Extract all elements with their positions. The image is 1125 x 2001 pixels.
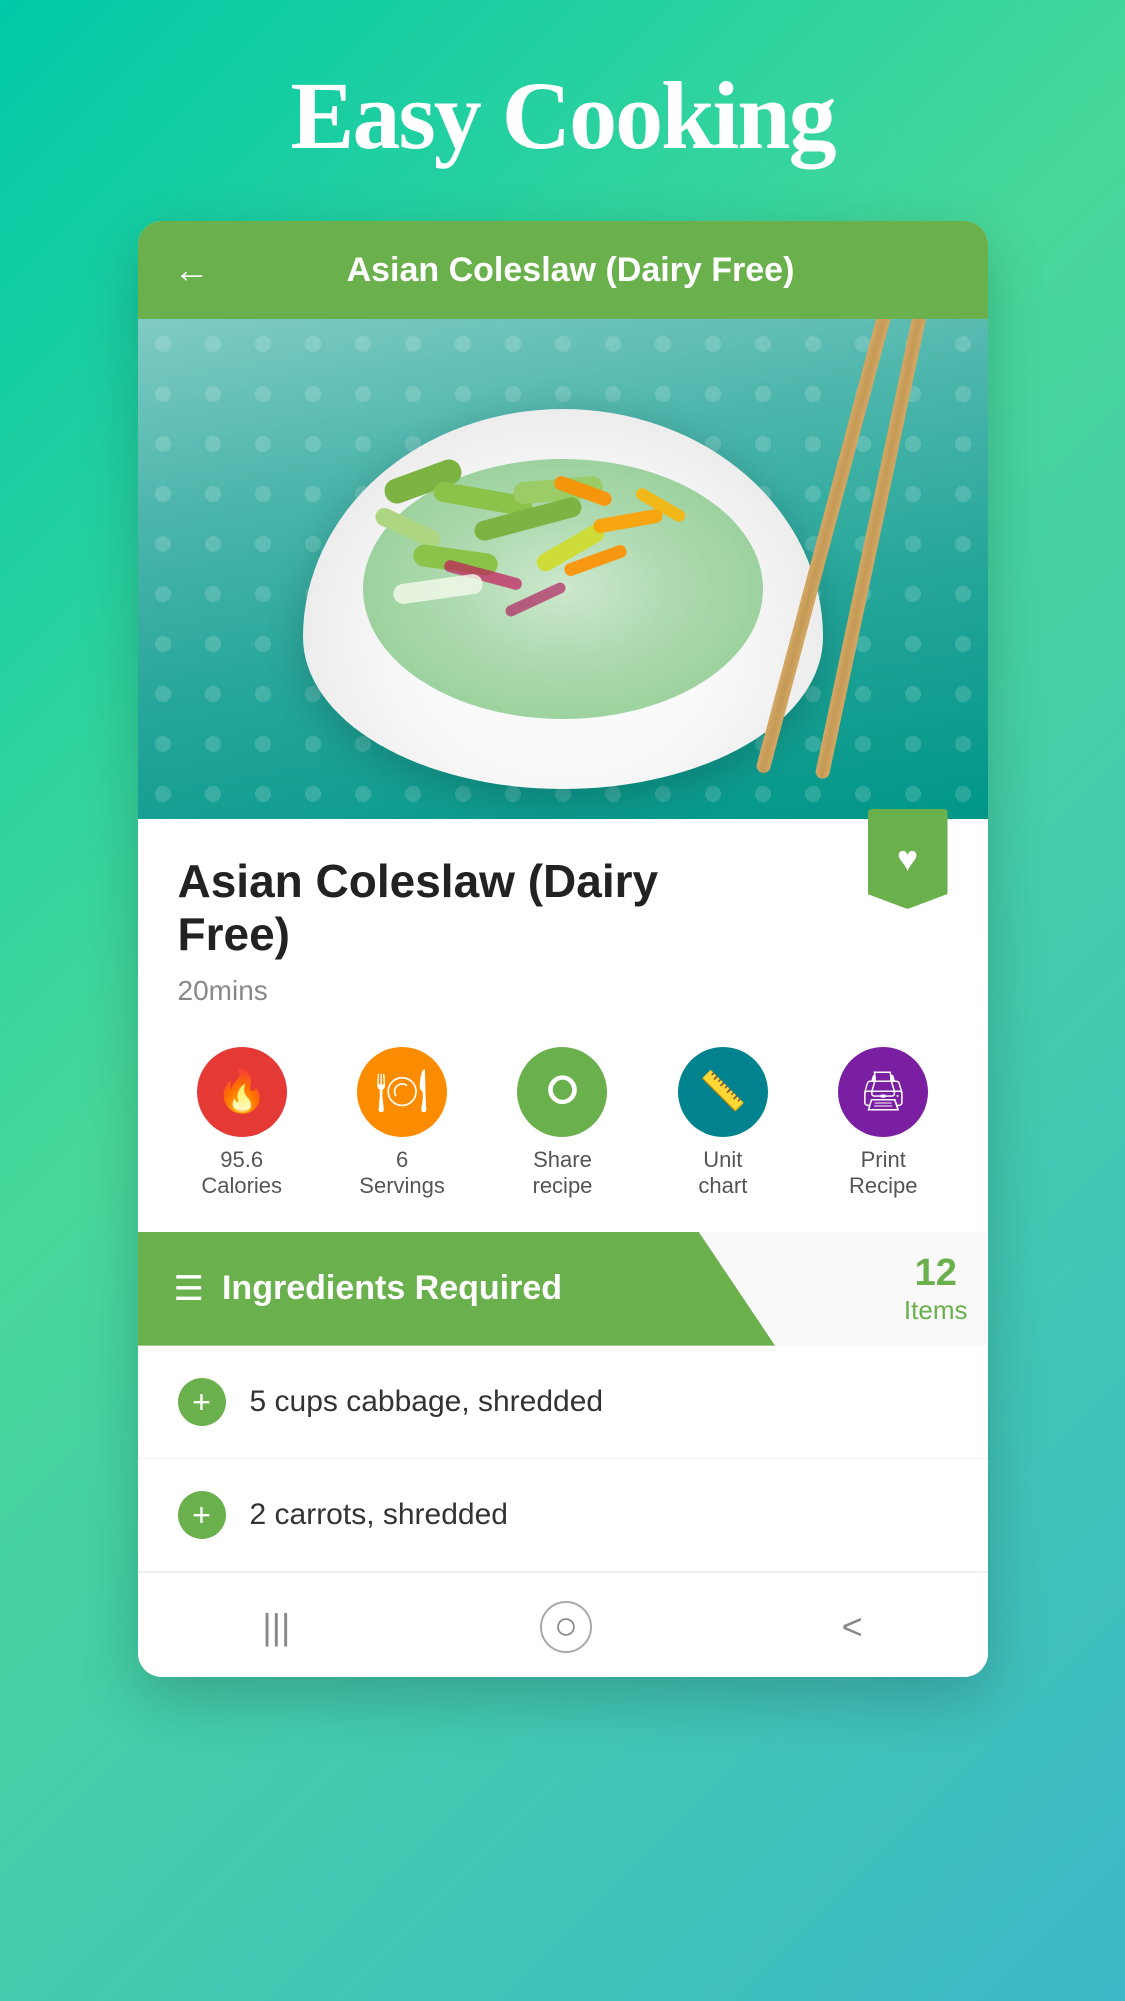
list-icon: ☰ <box>174 1269 204 1309</box>
unit-chart-button[interactable]: 📏 Unitchart <box>678 1047 768 1200</box>
add-ingredient-1-button[interactable]: + <box>178 1378 226 1426</box>
recipe-card: ← Asian Coleslaw (Dairy Free) <box>138 221 988 1677</box>
ingredients-header-bg: ☰ Ingredients Required <box>138 1232 776 1346</box>
heart-icon: ♥ <box>897 838 918 880</box>
recipe-title: Asian Coleslaw (Dairy Free) <box>178 855 758 961</box>
back-nav-icon[interactable]: < <box>842 1606 863 1648</box>
flame-icon: 🔥 <box>216 1067 268 1116</box>
items-count-area: 12 Items <box>894 1232 988 1346</box>
app-title: Easy Cooking <box>290 60 834 171</box>
print-icon: 🖨 <box>859 1070 907 1114</box>
servings-label: 6Servings <box>359 1147 445 1200</box>
unit-chart-label: Unitchart <box>698 1147 747 1200</box>
ruler-icon: 📏 <box>699 1070 746 1114</box>
calories-circle: 🔥 <box>197 1047 287 1137</box>
home-nav-icon[interactable]: ○ <box>540 1601 592 1653</box>
card-header: ← Asian Coleslaw (Dairy Free) <box>138 221 988 319</box>
ingredient-2-text: 2 carrots, shredded <box>250 1498 508 1532</box>
ingredient-item-2: + 2 carrots, shredded <box>138 1459 988 1572</box>
share-button[interactable]: ⭘ Sharerecipe <box>517 1047 607 1200</box>
menu-nav-icon[interactable]: ||| <box>262 1606 290 1648</box>
unit-chart-circle: 📏 <box>678 1047 768 1137</box>
action-buttons-row: 🔥 95.6Calories 🍽 6Servings ⭘ Sharerecipe… <box>138 1031 988 1232</box>
back-button[interactable]: ← <box>174 249 210 291</box>
add-ingredient-2-button[interactable]: + <box>178 1491 226 1539</box>
ingredients-title: Ingredients Required <box>222 1269 562 1308</box>
dish-icon: 🍽 <box>375 1067 428 1116</box>
servings-button[interactable]: 🍽 6Servings <box>357 1047 447 1200</box>
share-circle: ⭘ <box>517 1047 607 1137</box>
print-button[interactable]: 🖨 PrintRecipe <box>838 1047 928 1200</box>
share-icon: ⭘ <box>547 1070 577 1113</box>
bottom-nav: ||| ○ < <box>138 1572 988 1677</box>
recipe-time: 20mins <box>178 975 948 1007</box>
calories-button[interactable]: 🔥 95.6Calories <box>197 1047 287 1200</box>
items-count-number: 12 <box>915 1252 957 1295</box>
print-label: PrintRecipe <box>849 1147 917 1200</box>
recipe-image <box>138 319 988 819</box>
recipe-info: Asian Coleslaw (Dairy Free) ♥ 20mins <box>138 819 988 1031</box>
servings-circle: 🍽 <box>357 1047 447 1137</box>
items-count-label: Items <box>904 1295 968 1326</box>
print-circle: 🖨 <box>838 1047 928 1137</box>
ingredient-1-text: 5 cups cabbage, shredded <box>250 1385 604 1419</box>
card-header-title: Asian Coleslaw (Dairy Free) <box>230 251 912 290</box>
ingredients-section: ☰ Ingredients Required 12 Items <box>138 1232 988 1346</box>
share-label: Sharerecipe <box>533 1147 593 1200</box>
calories-label: 95.6Calories <box>201 1147 282 1200</box>
bookmark-button[interactable]: ♥ <box>868 809 948 909</box>
ingredient-item-1: + 5 cups cabbage, shredded <box>138 1346 988 1459</box>
